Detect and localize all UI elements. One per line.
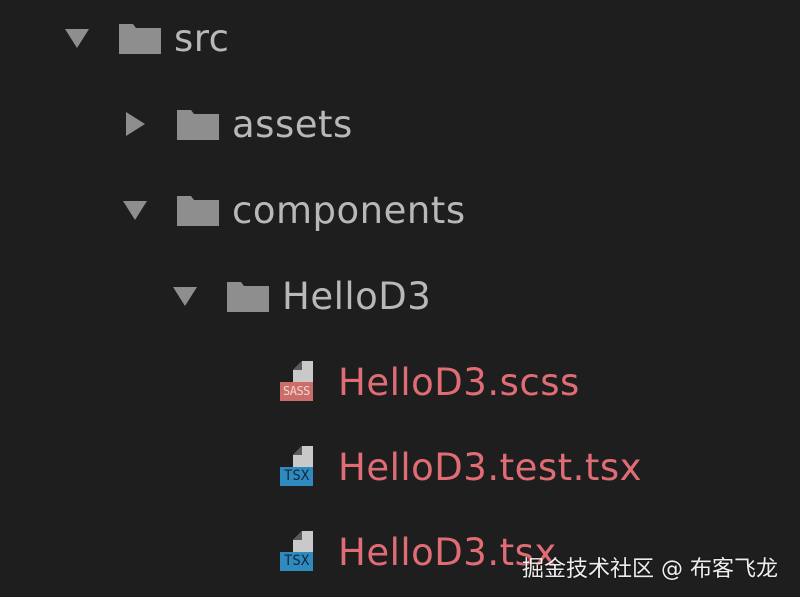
tree-item-components[interactable]: components — [120, 180, 466, 240]
tsx-file-icon: TSX — [278, 527, 328, 577]
tree-item-label: HelloD3 — [282, 274, 432, 318]
folder-icon — [227, 282, 269, 312]
folder-icon — [119, 24, 161, 54]
file-type-badge: SASS — [280, 382, 313, 401]
tree-item-label: components — [232, 188, 466, 232]
tree-item-label: HelloD3.test.tsx — [338, 445, 643, 489]
tsx-file-icon: TSX — [278, 442, 328, 492]
chevron-down-icon[interactable] — [62, 23, 92, 53]
watermark: 掘金技术社区 @ 布客飞龙 — [522, 557, 778, 582]
folder-icon — [177, 196, 219, 226]
chevron-down-icon[interactable] — [120, 195, 150, 225]
tree-file-hellod3-test-tsx[interactable]: TSX HelloD3.test.tsx — [278, 437, 642, 497]
file-type-badge: TSX — [280, 467, 314, 486]
sass-file-icon: SASS — [278, 357, 328, 407]
chevron-right-icon[interactable] — [120, 109, 150, 139]
tree-item-src[interactable]: src — [62, 8, 230, 68]
tree-file-hellod3-tsx[interactable]: TSX HelloD3.tsx — [278, 522, 557, 582]
chevron-down-icon[interactable] — [170, 281, 200, 311]
tree-item-hellod3[interactable]: HelloD3 — [170, 266, 431, 326]
tree-item-label: HelloD3.scss — [338, 360, 580, 404]
tree-item-label: assets — [232, 102, 353, 146]
tree-item-label: src — [174, 16, 230, 60]
file-type-badge: TSX — [280, 552, 314, 571]
folder-icon — [177, 110, 219, 140]
tree-file-hellod3-scss[interactable]: SASS HelloD3.scss — [278, 352, 580, 412]
file-explorer-tree: src assets components HelloD3 SASS Hello… — [0, 0, 800, 597]
tree-item-assets[interactable]: assets — [120, 94, 353, 154]
